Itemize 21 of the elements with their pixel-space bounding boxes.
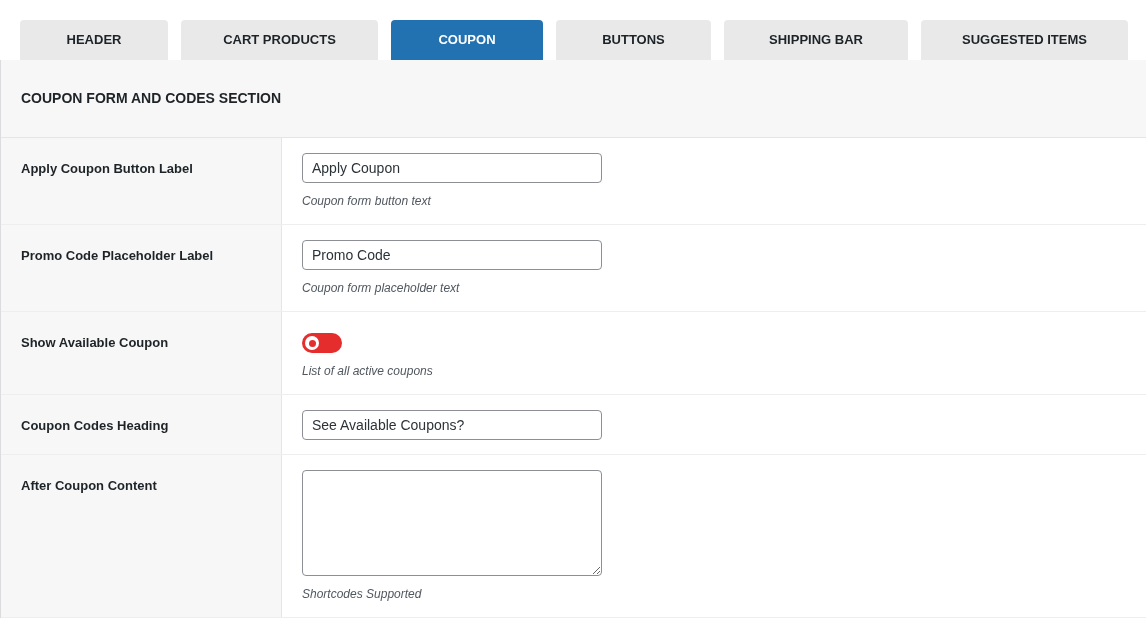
tab[interactable]: COUPON xyxy=(391,20,543,60)
field-description: Shortcodes Supported xyxy=(302,586,423,603)
text-field[interactable]: See Available Coupons? xyxy=(302,410,602,440)
tab[interactable]: CART PRODUCTS xyxy=(181,20,378,60)
section-title: COUPON FORM AND CODES SECTION xyxy=(21,89,282,108)
field-description: List of all active coupons xyxy=(302,363,433,380)
field-label: Promo Code Placeholder Label xyxy=(21,248,214,263)
tab[interactable]: HEADER xyxy=(20,20,168,60)
tab[interactable]: SHIPPING BAR xyxy=(724,20,908,60)
tab[interactable]: BUTTONS xyxy=(556,20,711,60)
field-label: Coupon Codes Heading xyxy=(21,418,169,433)
field-description: Coupon form button text xyxy=(302,193,432,210)
toggle-switch[interactable] xyxy=(302,333,342,353)
field-label: Show Available Coupon xyxy=(21,335,169,350)
textarea-field[interactable] xyxy=(302,470,602,576)
text-field[interactable]: Promo Code xyxy=(302,240,602,270)
tab[interactable]: SUGGESTED ITEMS xyxy=(921,20,1128,60)
field-label: Apply Coupon Button Label xyxy=(21,161,193,176)
field-label: After Coupon Content xyxy=(21,478,157,493)
text-field[interactable]: Apply Coupon xyxy=(302,153,602,183)
field-description: Coupon form placeholder text xyxy=(302,280,461,297)
